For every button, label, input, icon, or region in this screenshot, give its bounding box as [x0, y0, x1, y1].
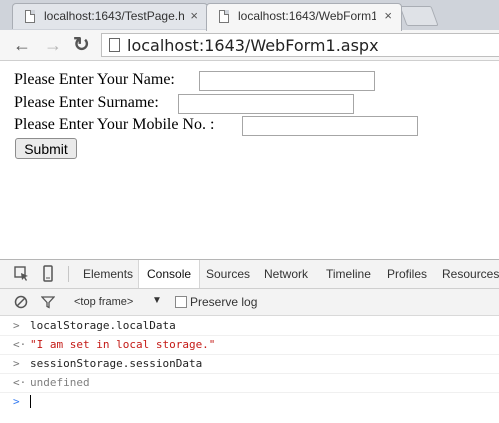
- close-tab-icon[interactable]: ×: [384, 8, 392, 23]
- surname-input[interactable]: [178, 94, 354, 114]
- tab-testpage[interactable]: localhost:1643/TestPage.h ×: [12, 3, 208, 29]
- console-command: sessionStorage.sessionData: [30, 357, 203, 370]
- page-icon: [109, 38, 120, 52]
- console-line: <· undefined: [0, 374, 499, 393]
- close-tab-icon[interactable]: ×: [190, 8, 198, 23]
- address-bar[interactable]: localhost:1643/WebForm1.aspx: [101, 33, 499, 57]
- result-prompt-icon: <·: [13, 338, 27, 351]
- page-favicon-icon: [219, 10, 229, 23]
- inspect-element-icon[interactable]: [14, 266, 30, 282]
- preserve-log-label: Preserve log: [190, 295, 258, 309]
- console-command: localStorage.localData: [30, 319, 176, 332]
- tab-elements[interactable]: Elements: [83, 267, 133, 281]
- page-favicon-icon: [25, 10, 35, 23]
- console-line: <· "I am set in local storage.": [0, 336, 499, 355]
- console-input-line[interactable]: >: [0, 393, 499, 411]
- tab-profiles[interactable]: Profiles: [387, 267, 427, 281]
- devtools-panel: Elements Console Sources Network Timelin…: [0, 259, 499, 423]
- tab-title: localhost:1643/TestPage.h: [44, 9, 184, 23]
- tab-console[interactable]: Console: [147, 267, 191, 281]
- result-prompt-icon: <·: [13, 376, 27, 389]
- tab-title: localhost:1643/WebForm1: [238, 9, 376, 23]
- name-input[interactable]: [199, 71, 375, 91]
- frame-select[interactable]: <top frame>: [74, 296, 133, 308]
- console-result: undefined: [30, 376, 90, 389]
- console-result: "I am set in local storage.": [30, 338, 216, 351]
- tab-sources[interactable]: Sources: [206, 267, 250, 281]
- device-mode-icon[interactable]: [42, 265, 54, 283]
- submit-button[interactable]: Submit: [15, 138, 77, 159]
- reload-icon[interactable]: ↻: [73, 35, 90, 55]
- clear-console-icon[interactable]: [14, 295, 28, 309]
- tab-resources[interactable]: Resources: [442, 267, 499, 281]
- address-bar-url[interactable]: localhost:1643/WebForm1.aspx: [127, 36, 379, 55]
- console-line: > sessionStorage.sessionData: [0, 355, 499, 374]
- back-arrow-icon[interactable]: ←: [13, 35, 31, 55]
- preserve-log-checkbox[interactable]: [175, 296, 187, 308]
- tab-webform1[interactable]: localhost:1643/WebForm1 ×: [206, 3, 402, 31]
- surname-label: Please Enter Surname:: [14, 94, 159, 111]
- name-label: Please Enter Your Name:: [14, 71, 175, 88]
- input-prompt-icon: >: [13, 319, 20, 332]
- active-prompt-icon: >: [13, 395, 20, 408]
- console-toolbar: <top frame> ▼ Preserve log: [0, 289, 499, 316]
- input-prompt-icon: >: [13, 357, 20, 370]
- browser-toolbar: ← → ↻ localhost:1643/WebForm1.aspx: [0, 30, 499, 61]
- mobile-label: Please Enter Your Mobile No. :: [14, 116, 215, 133]
- browser-tab-strip: localhost:1643/TestPage.h × localhost:16…: [0, 0, 499, 31]
- new-tab-button[interactable]: [399, 6, 439, 26]
- chevron-down-icon[interactable]: ▼: [152, 295, 162, 306]
- console-line: > localStorage.localData: [0, 317, 499, 336]
- filter-icon[interactable]: [41, 295, 55, 309]
- page-content: Please Enter Your Name: Please Enter Sur…: [0, 61, 499, 259]
- mobile-input[interactable]: [242, 116, 418, 136]
- toolbar-divider: [68, 266, 69, 282]
- devtools-tab-bar: Elements Console Sources Network Timelin…: [0, 260, 499, 289]
- tab-timeline[interactable]: Timeline: [326, 267, 371, 281]
- tab-network[interactable]: Network: [264, 267, 308, 281]
- forward-arrow-icon[interactable]: →: [44, 35, 62, 55]
- text-cursor: [30, 395, 31, 408]
